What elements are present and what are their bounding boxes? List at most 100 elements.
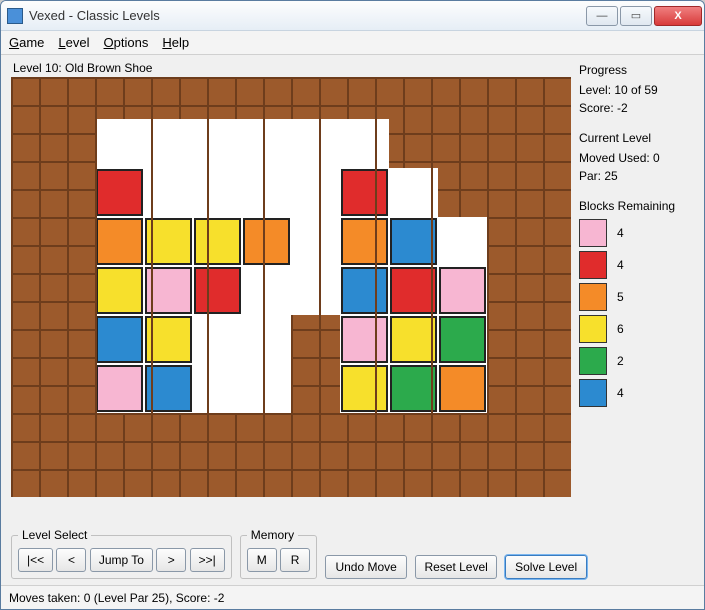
block-orange[interactable] <box>439 365 486 412</box>
menu-game[interactable]: Game <box>9 35 44 50</box>
block-blue[interactable] <box>96 316 143 363</box>
swatch-green <box>579 347 607 375</box>
block-blue[interactable] <box>145 365 192 412</box>
block-pink[interactable] <box>439 267 486 314</box>
block-pink[interactable] <box>341 316 388 363</box>
cell <box>487 315 536 364</box>
block-blue[interactable] <box>390 218 437 265</box>
progress-heading: Progress <box>579 63 694 77</box>
block-pink[interactable] <box>145 267 192 314</box>
block-yellow[interactable] <box>145 218 192 265</box>
cell <box>144 364 193 413</box>
solve-level-button[interactable]: Solve Level <box>505 555 587 579</box>
reset-level-button[interactable]: Reset Level <box>415 555 497 579</box>
cell <box>340 413 389 462</box>
menubar: Game Level Options Help <box>1 31 704 55</box>
next-level-button[interactable]: > <box>156 548 186 572</box>
cell <box>291 315 340 364</box>
menu-level[interactable]: Level <box>58 35 89 50</box>
block-yellow[interactable] <box>96 267 143 314</box>
prev-level-button[interactable]: < <box>56 548 86 572</box>
menu-help[interactable]: Help <box>162 35 189 50</box>
undo-move-button[interactable]: Undo Move <box>325 555 407 579</box>
cell <box>144 315 193 364</box>
block-red[interactable] <box>194 267 241 314</box>
cell <box>95 315 144 364</box>
cell <box>438 364 487 413</box>
menu-options[interactable]: Options <box>104 35 149 50</box>
block-red[interactable] <box>341 169 388 216</box>
cell <box>389 364 438 413</box>
content: Level 10: Old Brown Shoe Progress Level:… <box>1 55 704 526</box>
cell <box>46 315 95 364</box>
memory-group: Memory M R <box>240 528 317 579</box>
block-orange[interactable] <box>243 218 290 265</box>
blocks-remaining-row: 4 <box>579 251 694 279</box>
cell <box>487 413 536 462</box>
blocks-remaining-heading: Blocks Remaining <box>579 199 694 213</box>
first-level-button[interactable]: |<< <box>18 548 53 572</box>
cell <box>487 364 536 413</box>
cell <box>487 119 536 168</box>
cell <box>144 413 193 462</box>
cell <box>46 364 95 413</box>
block-yellow[interactable] <box>390 316 437 363</box>
sidebar: Progress Level: 10 of 59 Score: -2 Curre… <box>579 61 694 522</box>
window-title: Vexed - Classic Levels <box>29 8 586 23</box>
cell <box>340 364 389 413</box>
level-select-group: Level Select |<< < Jump To > >>| <box>11 528 232 579</box>
app-window: Vexed - Classic Levels — ▭ X Game Level … <box>0 0 705 610</box>
jump-to-button[interactable]: Jump To <box>90 548 153 572</box>
block-red[interactable] <box>96 169 143 216</box>
board-wrap <box>11 77 571 497</box>
minimize-button[interactable]: — <box>586 6 618 26</box>
cell <box>340 315 389 364</box>
memory-m-button[interactable]: M <box>247 548 277 572</box>
window-buttons: — ▭ X <box>586 6 702 26</box>
cell <box>95 217 144 266</box>
cell <box>95 364 144 413</box>
swatch-orange <box>579 283 607 311</box>
cell <box>242 217 291 266</box>
block-yellow[interactable] <box>341 365 388 412</box>
game-board[interactable] <box>11 77 571 497</box>
cell <box>193 315 242 364</box>
memory-r-button[interactable]: R <box>280 548 310 572</box>
cell <box>438 266 487 315</box>
close-button[interactable]: X <box>654 6 702 26</box>
cell <box>438 168 487 217</box>
left-column: Level 10: Old Brown Shoe <box>11 61 571 522</box>
block-green[interactable] <box>439 316 486 363</box>
cell <box>242 315 291 364</box>
blocks-remaining-list: 445624 <box>579 219 694 411</box>
cell <box>291 217 340 266</box>
block-red[interactable] <box>390 267 437 314</box>
blocks-remaining-row: 4 <box>579 219 694 247</box>
maximize-button[interactable]: ▭ <box>620 6 652 26</box>
cell <box>193 119 242 168</box>
last-level-button[interactable]: >>| <box>190 548 225 572</box>
cell <box>242 119 291 168</box>
cell <box>438 413 487 462</box>
titlebar: Vexed - Classic Levels — ▭ X <box>1 1 704 31</box>
current-level-heading: Current Level <box>579 131 694 145</box>
cell <box>438 217 487 266</box>
cell <box>389 266 438 315</box>
swatch-yellow <box>579 315 607 343</box>
bottom-controls: Level Select |<< < Jump To > >>| Memory … <box>1 526 704 585</box>
block-orange[interactable] <box>96 218 143 265</box>
block-green[interactable] <box>390 365 437 412</box>
block-orange[interactable] <box>341 218 388 265</box>
block-yellow[interactable] <box>194 218 241 265</box>
cell <box>193 364 242 413</box>
cell <box>242 364 291 413</box>
block-yellow[interactable] <box>145 316 192 363</box>
level-select-legend: Level Select <box>18 528 91 542</box>
block-pink[interactable] <box>96 365 143 412</box>
cell <box>438 119 487 168</box>
block-blue[interactable] <box>341 267 388 314</box>
cell <box>95 168 144 217</box>
level-caption: Level 10: Old Brown Shoe <box>11 61 571 75</box>
swatch-pink <box>579 219 607 247</box>
cell <box>340 266 389 315</box>
